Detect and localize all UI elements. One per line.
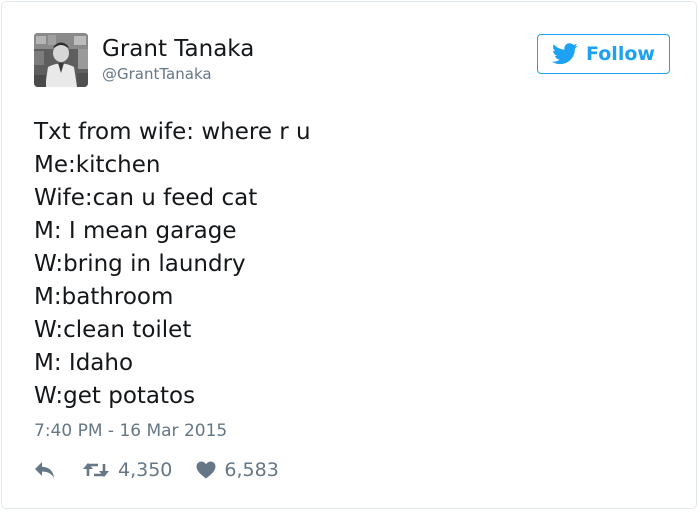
like-count: 6,583 xyxy=(224,459,279,481)
tweet-line: Me:kitchen xyxy=(34,152,161,178)
like-button[interactable]: 6,583 xyxy=(196,459,279,481)
follow-label: Follow xyxy=(586,43,655,65)
retweet-icon xyxy=(83,463,109,477)
tweet-line: M: I mean garage xyxy=(34,218,237,244)
user-name[interactable]: Grant Tanaka xyxy=(102,35,254,63)
tweet-line: W:clean toilet xyxy=(34,317,192,343)
heart-icon xyxy=(196,461,216,479)
tweet-timestamp[interactable]: 7:40 PM - 16 Mar 2015 xyxy=(34,420,227,442)
tweet-line: Wife:can u feed cat xyxy=(34,185,258,211)
tweet-actions: 4,350 6,583 xyxy=(34,457,279,483)
tweet-text: Txt from wife: where r u Me:kitchen Wife… xyxy=(34,116,311,413)
tweet-line: W:get potatos xyxy=(34,383,196,409)
follow-button[interactable]: Follow xyxy=(537,34,670,74)
tweet-line: Txt from wife: where r u xyxy=(34,119,311,145)
tweet-line: M: Idaho xyxy=(34,350,134,376)
tweet-line: M:bathroom xyxy=(34,284,174,310)
tweet-line: W:bring in laundry xyxy=(34,251,246,277)
user-handle[interactable]: @GrantTanaka xyxy=(102,64,212,84)
retweet-count: 4,350 xyxy=(118,459,173,481)
reply-icon xyxy=(35,462,54,478)
twitter-bird-icon xyxy=(552,43,578,65)
avatar-photo xyxy=(34,33,88,87)
reply-button[interactable] xyxy=(34,461,56,479)
tweet-card: Grant Tanaka @GrantTanaka Follow Txt fro… xyxy=(1,1,697,509)
avatar[interactable] xyxy=(34,33,88,87)
retweet-button[interactable]: 4,350 xyxy=(82,459,172,481)
